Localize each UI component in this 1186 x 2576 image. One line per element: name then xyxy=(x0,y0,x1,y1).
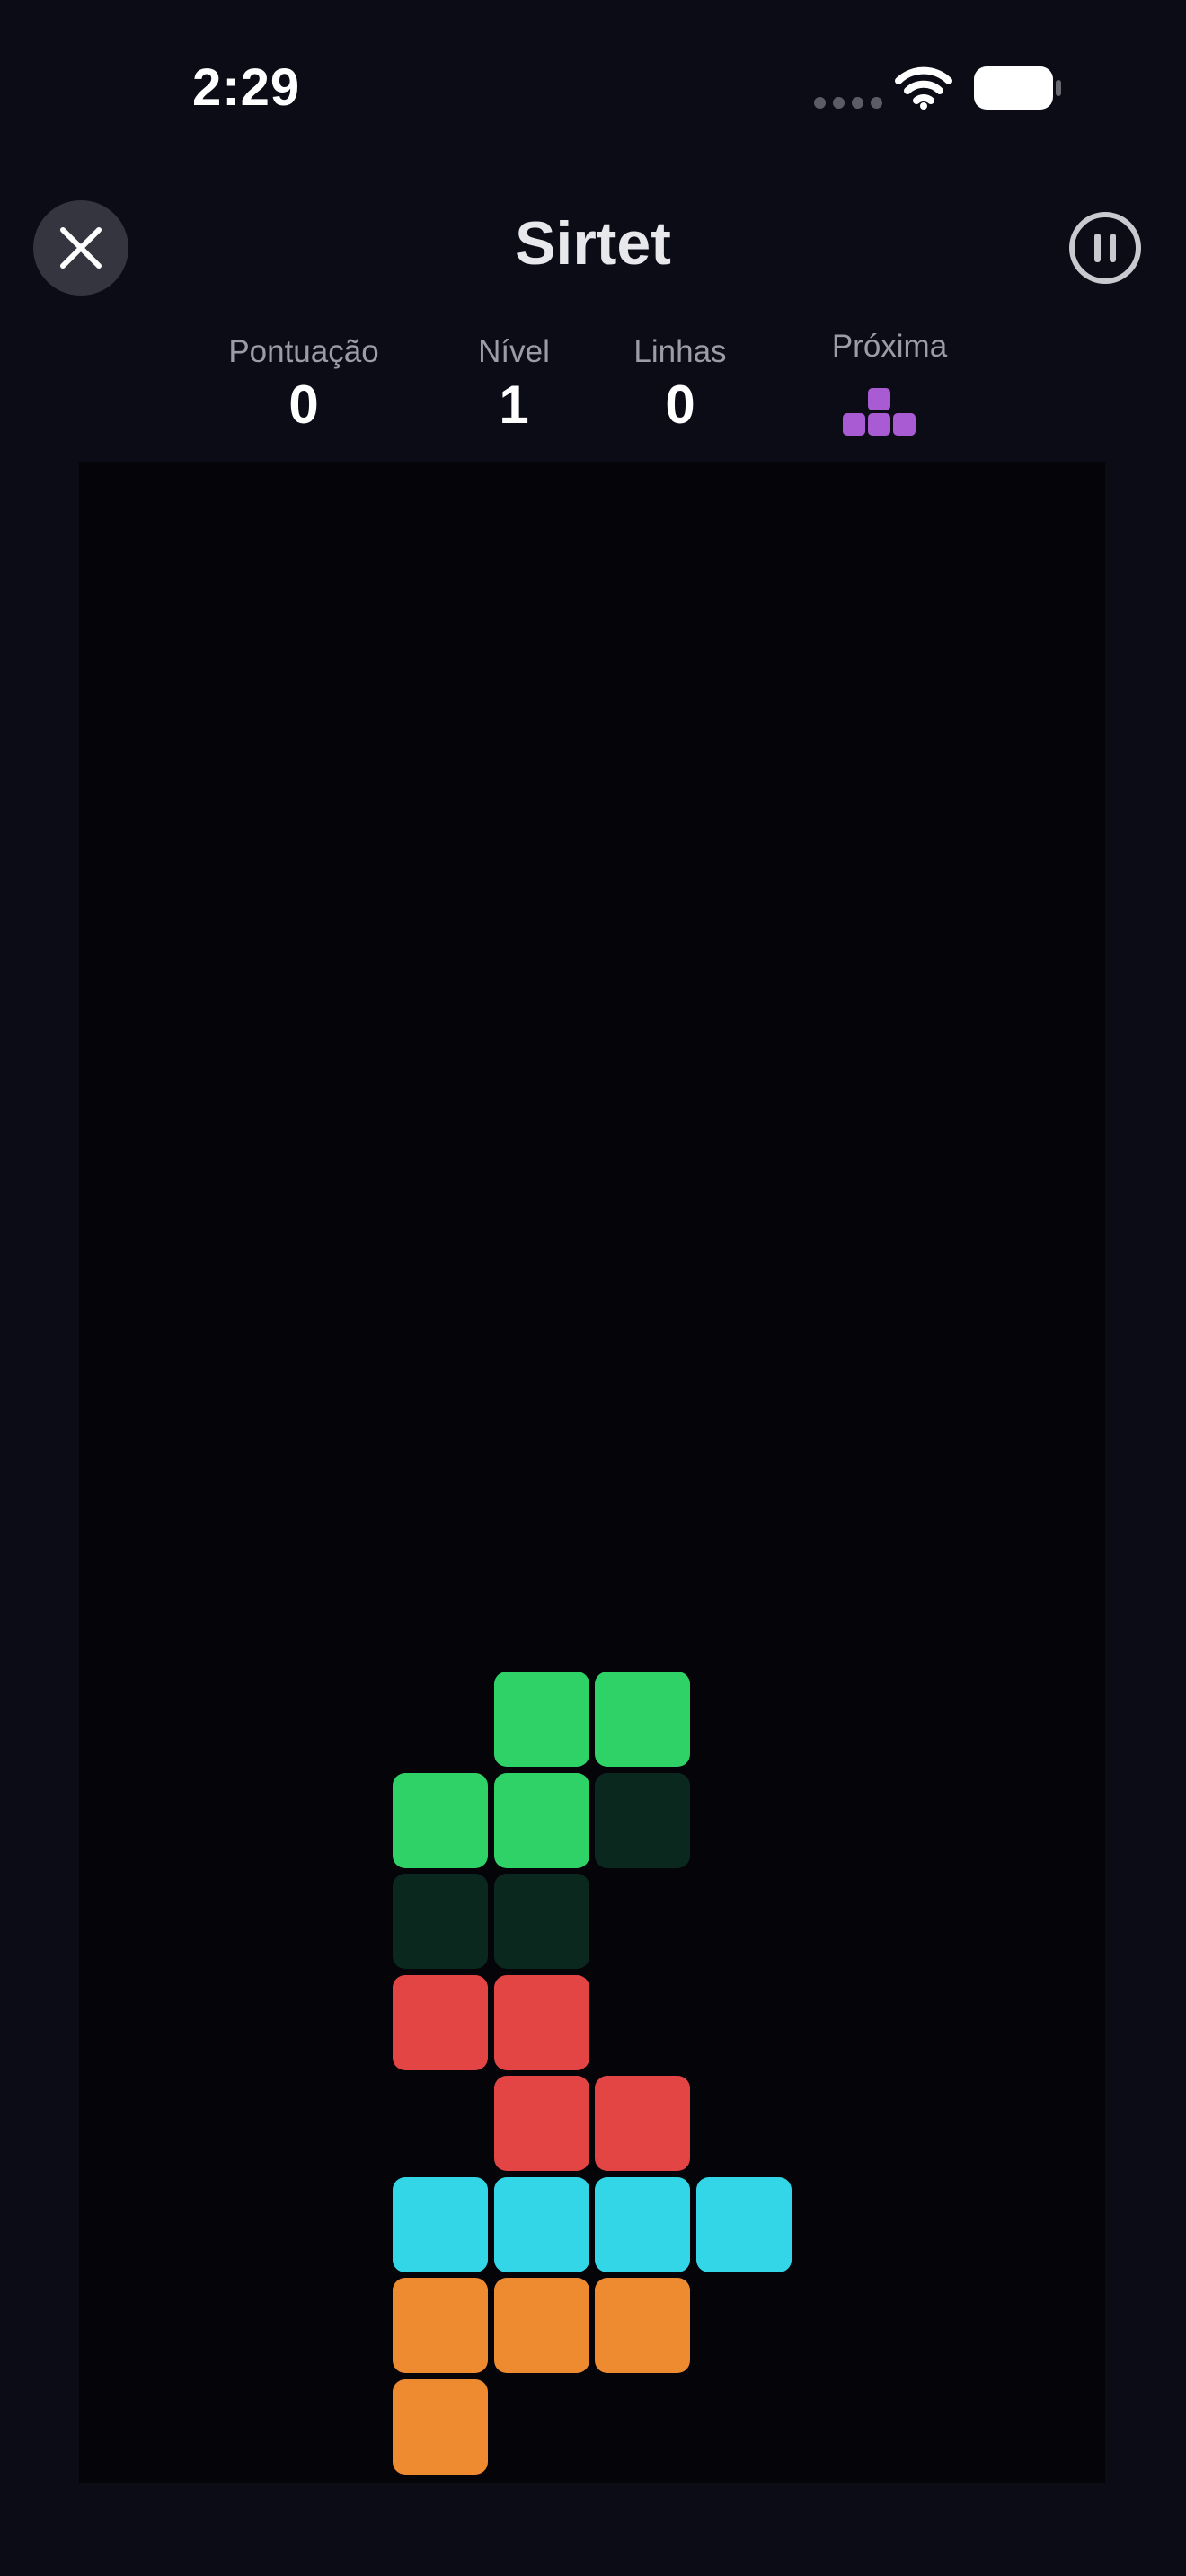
active-piece-cell xyxy=(493,1672,589,1767)
active-piece-cell xyxy=(493,1772,589,1868)
next-piece-block xyxy=(868,413,890,436)
wifi-icon xyxy=(895,66,952,110)
next-piece-label: Próxima xyxy=(831,329,948,364)
ghost-cell xyxy=(595,1772,690,1868)
level-value: 1 xyxy=(499,375,529,435)
cellular-dots-icon xyxy=(814,97,882,109)
locked-cell xyxy=(595,2076,690,2171)
lines-stat: Linhas 0 xyxy=(613,334,748,436)
score-value: 0 xyxy=(288,375,319,435)
locked-cell xyxy=(393,2378,488,2475)
active-piece-cell xyxy=(595,1672,690,1767)
active-piece-cell xyxy=(393,1772,488,1868)
score-stat: Pontuação 0 xyxy=(214,334,394,436)
locked-cell xyxy=(393,2176,488,2272)
locked-cell xyxy=(393,1974,488,2070)
status-time: 2:29 xyxy=(192,58,301,117)
lines-value: 0 xyxy=(665,375,695,435)
next-piece-preview xyxy=(843,388,918,438)
pause-button[interactable] xyxy=(1067,210,1143,286)
game-board[interactable] xyxy=(79,462,1105,2483)
next-piece-block xyxy=(843,413,865,436)
page-title: Sirtet xyxy=(515,209,671,278)
lines-label: Linhas xyxy=(633,334,727,369)
locked-cell xyxy=(493,2278,589,2373)
locked-cell xyxy=(595,2278,690,2373)
status-icons xyxy=(809,63,1069,113)
locked-cell xyxy=(493,2076,589,2171)
next-piece-block xyxy=(893,413,916,436)
locked-cell xyxy=(695,2176,792,2272)
next-piece-block xyxy=(868,388,890,410)
locked-cell xyxy=(493,1974,589,2070)
ghost-cell xyxy=(493,1874,589,1969)
level-label: Nível xyxy=(478,334,550,369)
score-label: Pontuação xyxy=(228,334,379,369)
ghost-cell xyxy=(393,1874,488,1969)
locked-cell xyxy=(393,2278,488,2373)
locked-cell xyxy=(493,2176,589,2272)
pause-icon xyxy=(1069,212,1141,284)
level-stat: Nível 1 xyxy=(460,334,568,436)
battery-icon xyxy=(974,66,1061,110)
locked-cell xyxy=(595,2176,690,2272)
